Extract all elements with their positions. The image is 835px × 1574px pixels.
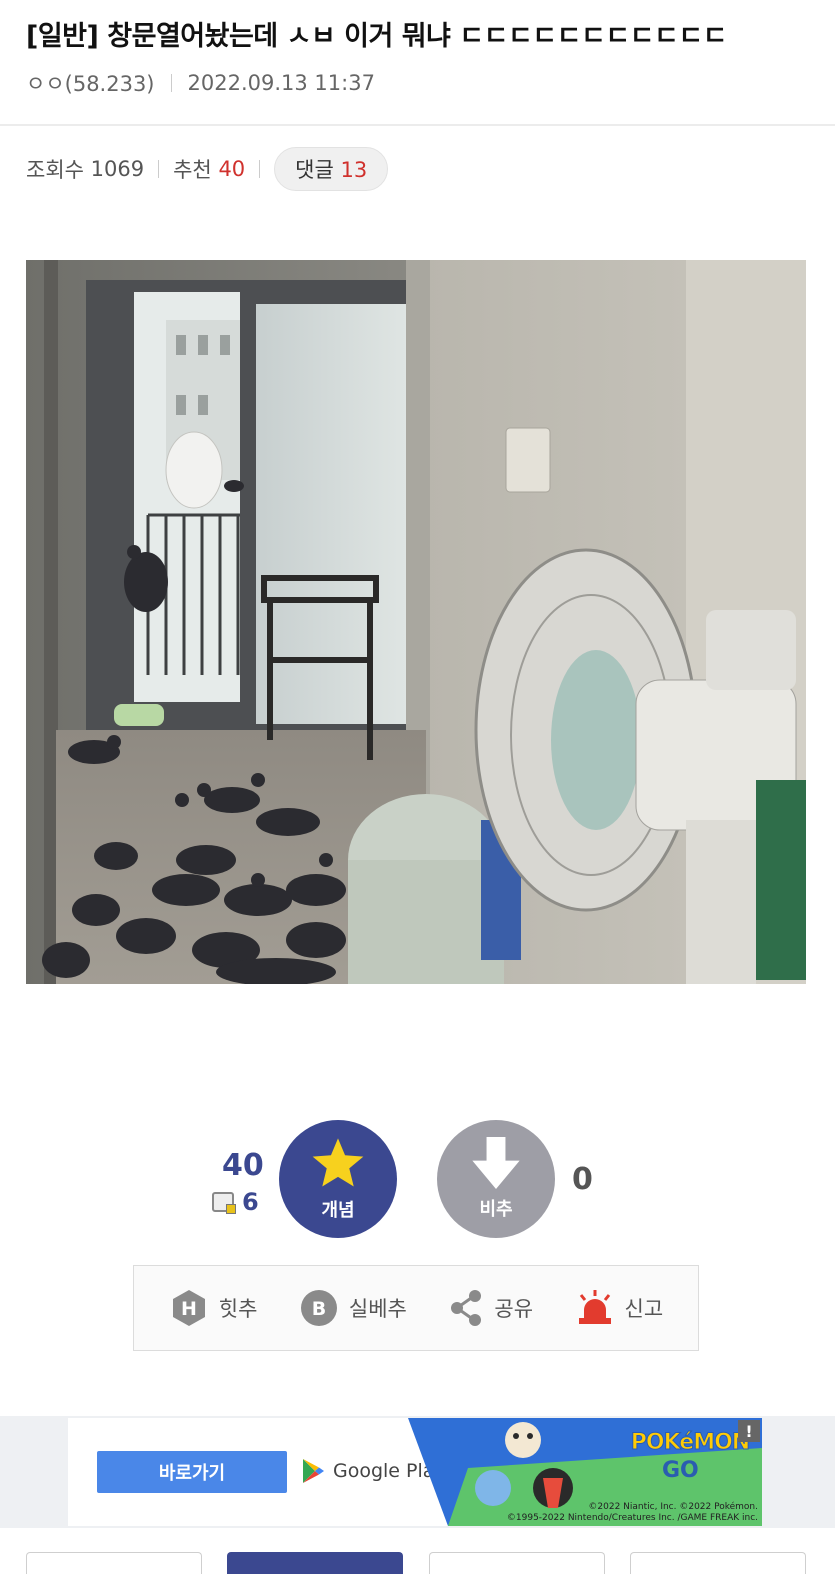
- downvote-count: 0: [572, 1162, 593, 1197]
- svg-text:H: H: [181, 1298, 197, 1320]
- fixed-user-icon: [212, 1192, 236, 1214]
- svg-text:B: B: [312, 1298, 326, 1320]
- hit-recommend-button[interactable]: H 힛추: [169, 1288, 258, 1328]
- fixed-upvote-count: 6: [212, 1188, 259, 1216]
- views-count: 1069: [90, 157, 145, 181]
- siren-icon: [575, 1288, 615, 1328]
- hit-recommend-label: 힛추: [218, 1297, 258, 1321]
- share-button[interactable]: 공유: [448, 1288, 533, 1328]
- post-datetime: 2022.09.13 11:37: [187, 71, 375, 95]
- best-icon: B: [299, 1288, 339, 1328]
- post-stats: 조회수 1069 추천 40 댓글 13: [26, 147, 389, 191]
- vote-area: 40 6 개념 비추 0: [0, 1118, 835, 1240]
- stats-divider: [259, 160, 261, 178]
- fixed-upvote-value: 6: [242, 1188, 259, 1216]
- recommend-count: 40: [218, 157, 246, 181]
- report-button[interactable]: 신고: [575, 1288, 664, 1328]
- upvote-label: 개념: [321, 1200, 355, 1221]
- best-recommend-label: 실베추: [348, 1297, 407, 1321]
- stats-divider: [158, 160, 160, 178]
- comments-count: 13: [340, 158, 368, 182]
- report-label: 신고: [624, 1297, 664, 1321]
- post-action-bar: H 힛추 B 실베추 공유 신고: [133, 1265, 699, 1351]
- pokemon-go-logo: POKéMON: [630, 1430, 750, 1456]
- ad-go-button[interactable]: 바로가기: [97, 1451, 287, 1493]
- downvote-label: 비추: [479, 1199, 513, 1220]
- bottom-tab[interactable]: [26, 1552, 202, 1574]
- upvote-button[interactable]: 개념: [279, 1120, 397, 1238]
- pokemon-go-logo-go: GO: [662, 1458, 699, 1483]
- views-label: 조회수: [26, 158, 84, 182]
- ad-info-icon[interactable]: !: [738, 1420, 760, 1442]
- downvote-button[interactable]: 비추: [437, 1120, 555, 1238]
- bottom-tab[interactable]: [429, 1552, 605, 1574]
- post-meta: ㅇㅇ(58.233) 2022.09.13 11:37: [26, 68, 375, 98]
- best-recommend-button[interactable]: B 실베추: [299, 1288, 407, 1328]
- post-header: [일반] 창문열어놨는데 ㅅㅂ 이거 뭐냐 ㄷㄷㄷㄷㄷㄷㄷㄷㄷㄷㄷ ㅇㅇ(58.…: [0, 0, 835, 126]
- share-icon: [448, 1288, 484, 1328]
- bottom-tab-active[interactable]: [227, 1552, 403, 1574]
- recommend-label: 추천: [173, 158, 212, 182]
- ad-copyright-line: ©1995-2022 Nintendo/Creatures Inc. /GAME…: [506, 1513, 758, 1523]
- hit-icon: H: [169, 1288, 209, 1328]
- ad-copyright: ©2022 Niantic, Inc. ©2022 Pokémon. ©1995…: [507, 1502, 758, 1524]
- share-label: 공유: [494, 1297, 534, 1321]
- pigeons-room-illustration: [26, 260, 806, 984]
- bottom-tab-bar: [0, 1552, 835, 1574]
- arrow-down-icon: [472, 1137, 520, 1189]
- google-play-icon: [303, 1459, 324, 1483]
- upvote-count: 40: [222, 1148, 264, 1183]
- ad-copyright-line: ©2022 Niantic, Inc. ©2022 Pokémon.: [588, 1502, 758, 1512]
- comments-button[interactable]: 댓글 13: [274, 147, 389, 191]
- ad-banner[interactable]: 바로가기 Google Play POKéMON GO ! ©2022 Nian…: [68, 1418, 762, 1526]
- author-name[interactable]: ㅇㅇ(58.233): [26, 68, 155, 98]
- meta-divider: [170, 74, 172, 92]
- post-title: [일반] 창문열어놨는데 ㅅㅂ 이거 뭐냐 ㄷㄷㄷㄷㄷㄷㄷㄷㄷㄷㄷ: [26, 21, 728, 52]
- comments-label: 댓글: [295, 158, 334, 182]
- bottom-tab[interactable]: [630, 1552, 806, 1574]
- post-image[interactable]: [26, 260, 806, 984]
- star-icon: [312, 1138, 364, 1187]
